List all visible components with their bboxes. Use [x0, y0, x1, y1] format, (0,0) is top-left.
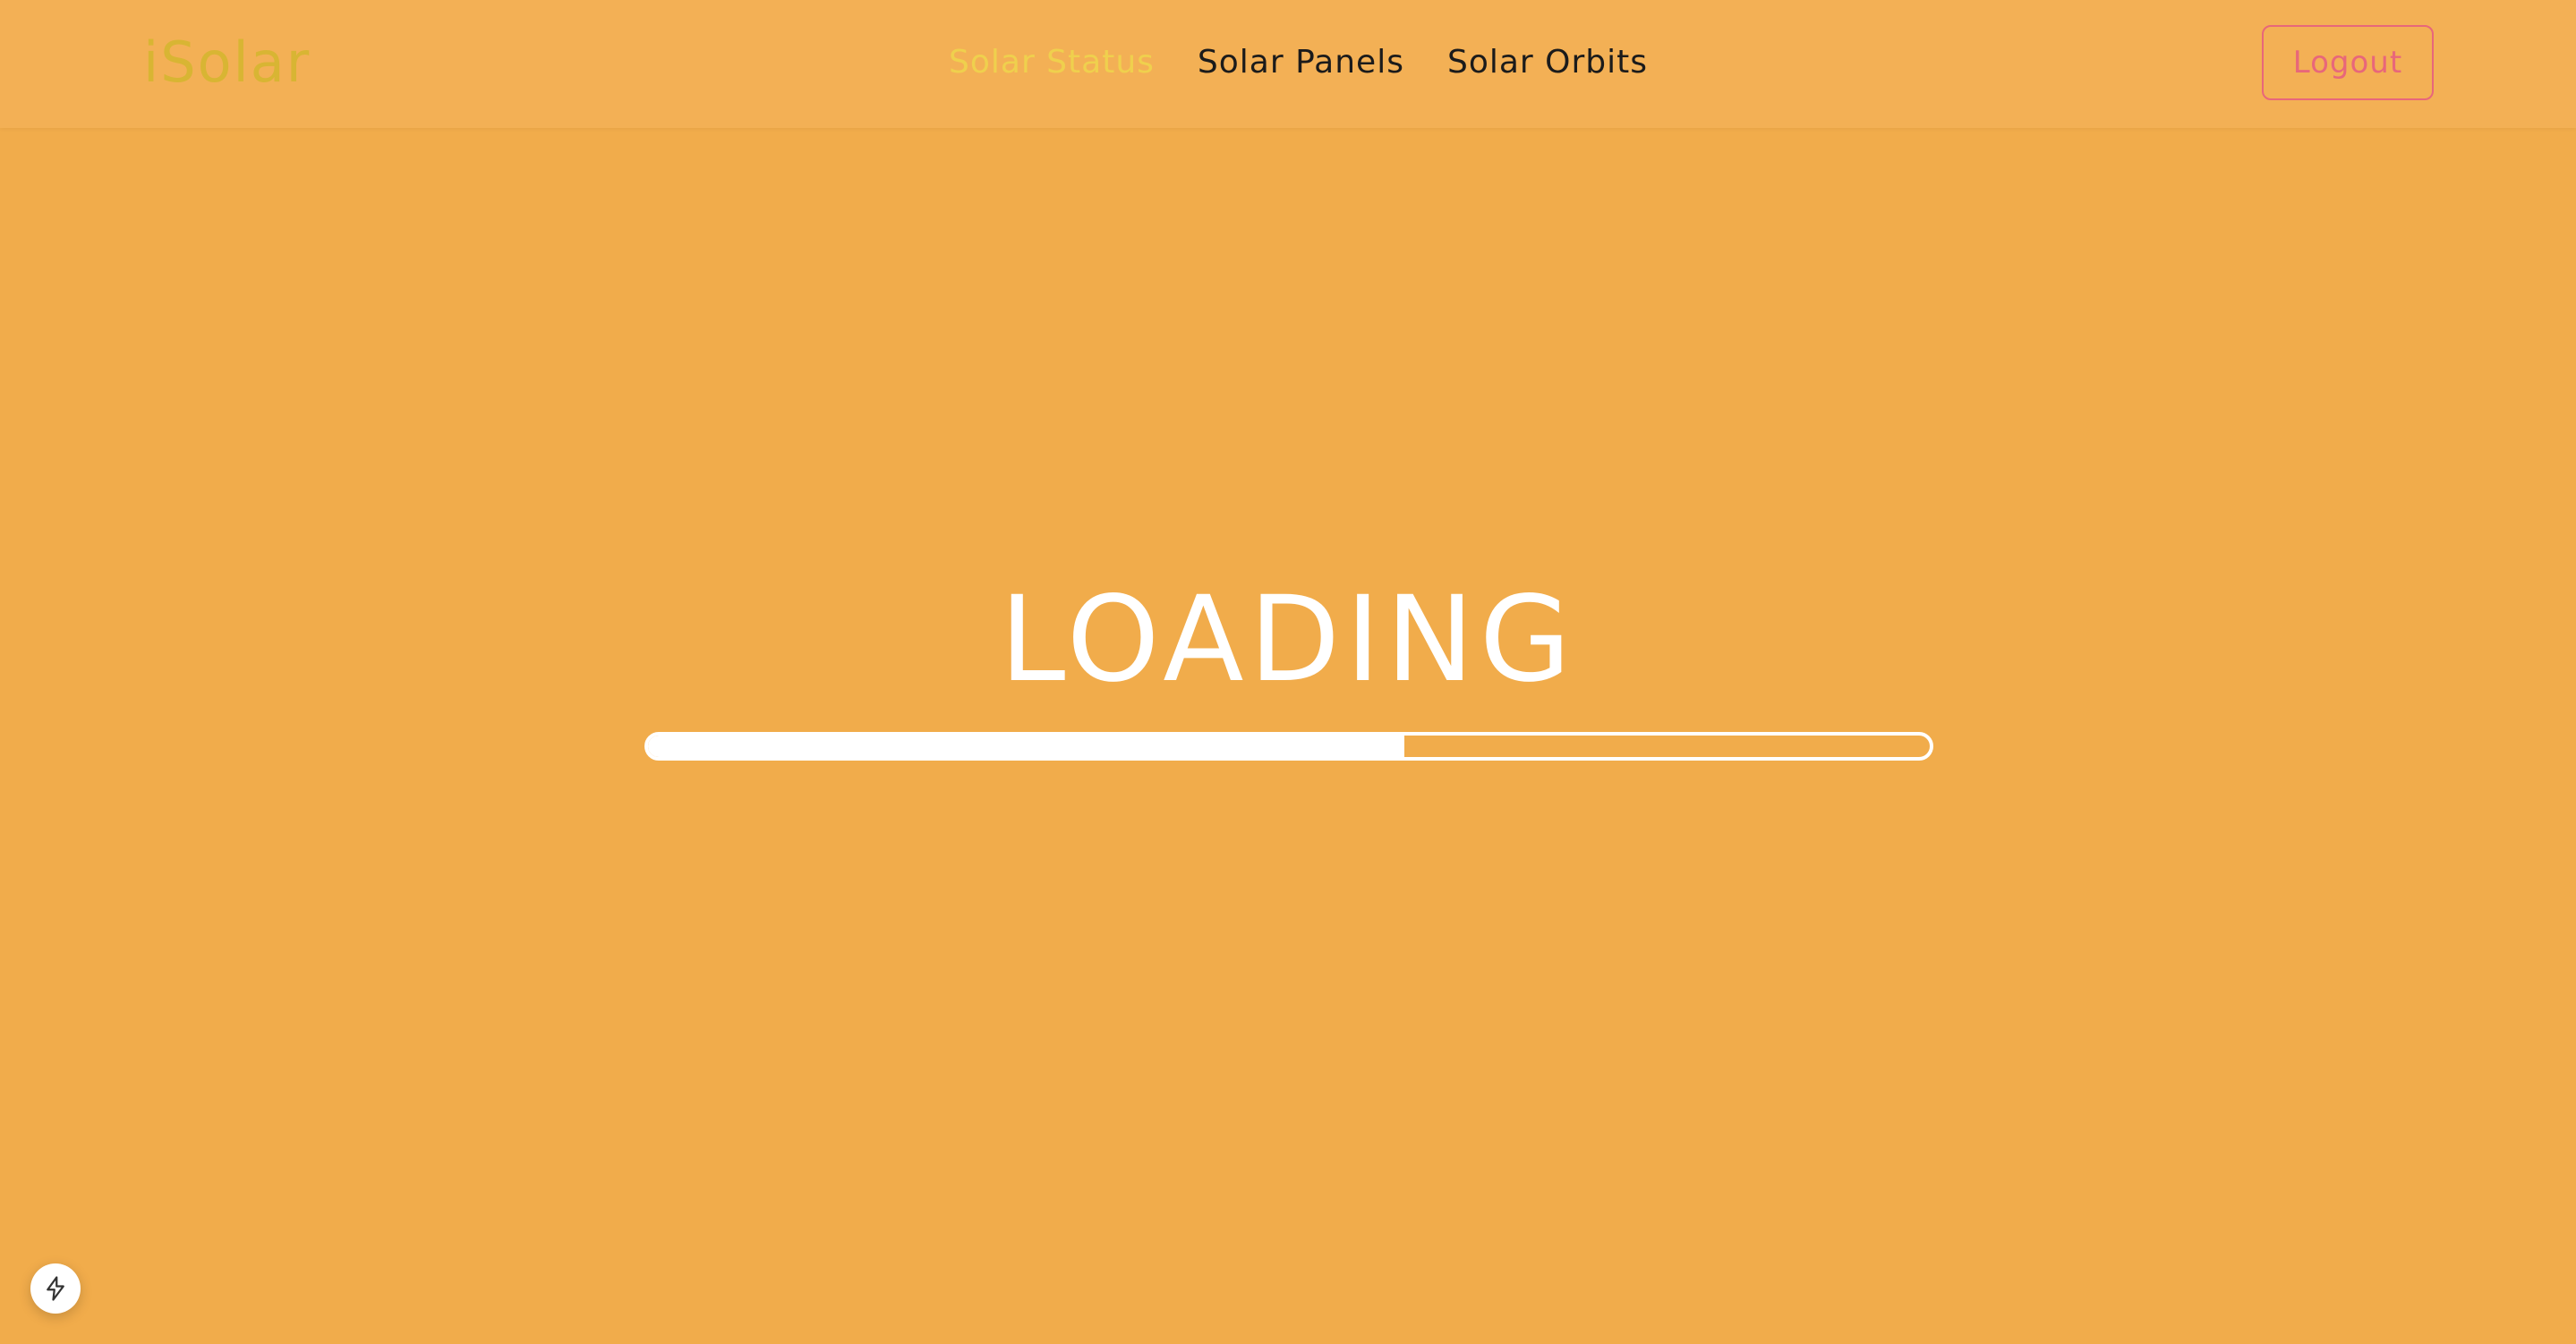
loading-progress-bar	[644, 732, 1933, 761]
dev-tools-button[interactable]	[30, 1263, 81, 1314]
lightning-bolt-icon	[47, 1276, 64, 1301]
loading-heading: LOADING	[999, 571, 1577, 709]
main-nav: Solar Status Solar Panels Solar Orbits	[949, 39, 1648, 86]
brand-logo[interactable]: iSolar	[143, 30, 311, 95]
top-navigation-bar: iSolar Solar Status Solar Panels Solar O…	[0, 0, 2576, 128]
nav-item-solar-orbits[interactable]: Solar Orbits	[1447, 39, 1648, 86]
nav-item-solar-status[interactable]: Solar Status	[949, 39, 1155, 86]
nav-item-solar-panels[interactable]: Solar Panels	[1198, 39, 1404, 86]
loading-progress-fill	[648, 736, 1404, 757]
logout-button[interactable]: Logout	[2262, 25, 2434, 100]
